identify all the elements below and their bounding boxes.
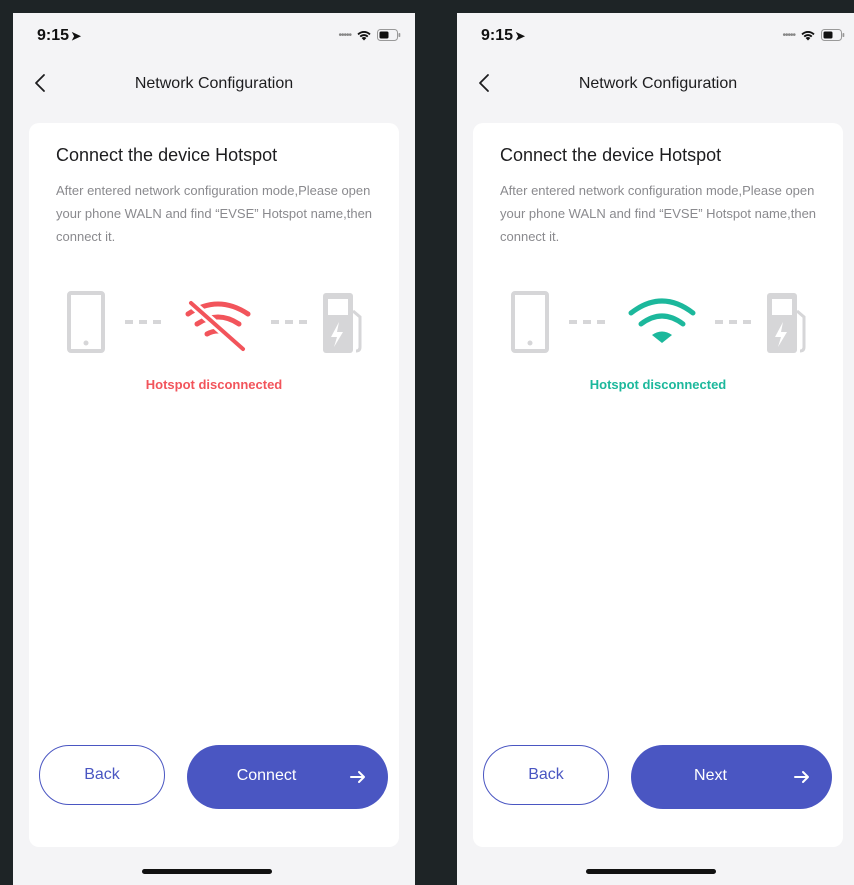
phone-icon (67, 291, 105, 353)
ev-charger-icon (767, 293, 806, 353)
card-title: Connect the device Hotspot (56, 145, 278, 165)
dash-left (125, 320, 161, 324)
page-title: Network Configuration (578, 75, 738, 92)
status-icons: ••••• (782, 28, 845, 41)
nav-bar: Network Configuration (457, 57, 854, 109)
status-bar: 9:15 ➤ ••••• (13, 13, 415, 57)
home-indicator (586, 869, 716, 874)
location-arrow-icon: ➤ (71, 29, 82, 43)
battery-icon (821, 28, 845, 41)
back-button[interactable]: Back (39, 745, 165, 805)
connection-diagram (511, 291, 806, 353)
hotspot-status: Hotspot disconnected (145, 377, 283, 392)
wifi-off-icon (185, 298, 251, 354)
status-time: 9:15 ➤ (481, 27, 526, 44)
hotspot-card: Connect the device Hotspot After entered… (29, 123, 399, 847)
status-bar: 9:15 ➤ ••••• (457, 13, 854, 57)
card-title: Connect the device Hotspot (500, 145, 722, 165)
hotspot-card: Connect the device Hotspot After entered… (473, 123, 843, 847)
card-description: After entered network configuration mode… (56, 183, 373, 244)
home-indicator (142, 869, 272, 874)
phone-screen-connect: 9:15 ➤ ••••• Network Configuration Connec… (13, 13, 415, 885)
wifi-status-icon (357, 30, 371, 40)
next-button[interactable]: Next (631, 745, 832, 809)
location-arrow-icon: ➤ (515, 29, 526, 43)
arrow-right-icon (350, 771, 365, 783)
arrow-right-icon (794, 771, 809, 783)
back-button[interactable]: Back (483, 745, 609, 805)
dash-left (569, 320, 605, 324)
next-button-label: Next (694, 767, 727, 784)
dash-right (271, 320, 307, 324)
wifi-status-icon (801, 30, 815, 40)
connect-button-label: Connect (236, 767, 297, 784)
page-title: Network Configuration (134, 75, 294, 92)
status-icons: ••••• (338, 28, 401, 41)
battery-icon (377, 28, 401, 41)
signal-dots-icon: ••••• (782, 30, 795, 41)
connect-button[interactable]: Connect (187, 745, 388, 809)
connection-diagram (67, 291, 362, 354)
dash-right (715, 320, 751, 324)
card-description: After entered network configuration mode… (500, 183, 817, 244)
hotspot-status: Hotspot disconnected (589, 377, 727, 392)
status-time: 9:15 ➤ (37, 27, 82, 44)
ev-charger-icon (323, 293, 362, 353)
phone-screen-next: 9:15 ➤ ••••• Network Configuration Connec… (457, 13, 854, 885)
phone-icon (511, 291, 549, 353)
nav-bar: Network Configuration (13, 57, 415, 109)
signal-dots-icon: ••••• (338, 30, 351, 41)
wifi-icon (628, 298, 696, 343)
